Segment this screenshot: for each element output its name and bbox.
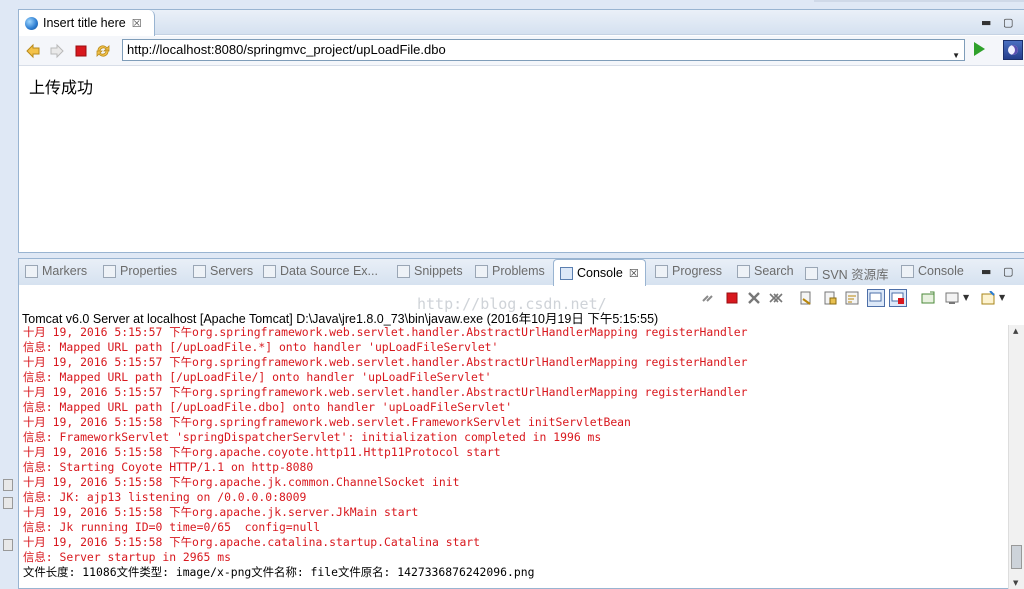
window-top-strip [0,0,1024,8]
tab-progress[interactable]: Progress [655,264,722,278]
properties-icon [103,264,116,278]
scroll-lock-icon[interactable] [823,291,837,305]
show-console-stderr-icon[interactable] [889,289,907,307]
console-line: 信息: JK: ajp13 listening on /0.0.0.0:8009 [23,490,307,504]
search-icon [737,264,750,278]
clear-console-icon[interactable] [799,291,813,305]
url-input[interactable]: http://localhost:8080/springmvc_project/… [122,39,965,61]
refresh-icon[interactable] [95,43,111,59]
display-console-dropdown-icon[interactable]: ▼ [963,293,969,302]
console-line: 文件长度: 11086文件类型: image/x-png文件名称: file文件… [23,565,535,579]
console-line: 十月 19, 2016 5:15:57 下午org.springframewor… [23,385,748,399]
url-text: http://localhost:8080/springmvc_project/… [127,42,446,57]
snippets-icon [397,264,410,278]
stop-icon[interactable] [73,43,89,59]
tab-search[interactable]: Search [737,264,794,278]
data-source-icon [263,264,276,278]
forward-arrow-icon[interactable] [49,43,65,59]
console-line: 十月 19, 2016 5:15:58 下午org.apache.coyote.… [23,445,501,459]
tab-properties[interactable]: Properties [103,264,177,278]
scroll-down-icon[interactable]: ▼ [1013,579,1018,587]
console-line: 十月 19, 2016 5:15:58 下午org.springframewor… [23,415,631,429]
tab-snippets[interactable]: Snippets [397,264,463,278]
minimize-icon[interactable]: ▬ [981,16,991,29]
globe-icon [25,16,38,30]
console-output[interactable]: 十月 19, 2016 5:15:57 下午org.springframewor… [23,325,1013,587]
maximize-icon[interactable]: ▢ [1003,16,1013,29]
tab-markers[interactable]: Markers [25,264,87,278]
scroll-up-icon[interactable]: ▲ [1013,327,1018,335]
problems-icon [475,264,488,278]
word-wrap-icon[interactable] [845,291,859,305]
page-content-text: 上传成功 [29,78,94,97]
open-console-icon[interactable] [981,291,995,305]
gutter-marker-icon [3,479,13,491]
editor-tab-bar: Insert title here ☒ ▬ ▢ [19,10,1024,36]
scroll-thumb[interactable] [1011,545,1022,569]
console-line: 十月 19, 2016 5:15:57 下午org.springframewor… [23,355,748,369]
top-divider [814,0,1024,2]
view-maximize-icon[interactable]: ▢ [1003,265,1013,278]
console-line: 信息: Server startup in 2965 ms [23,550,231,564]
console-icon [560,266,573,280]
gutter-marker-icon [3,497,13,509]
remove-all-icon[interactable] [769,291,783,305]
browser-editor: Insert title here ☒ ▬ ▢ http://localhost… [18,9,1024,253]
console-line: 信息: Jk running ID=0 time=0/65 config=nul… [23,520,321,534]
disconnect-icon[interactable] [701,291,715,305]
go-icon[interactable] [974,42,985,56]
pin-console-icon[interactable] [921,291,935,305]
console-line: 十月 19, 2016 5:15:58 下午org.apache.catalin… [23,535,481,549]
console-line: 信息: FrameworkServlet 'springDispatcherSe… [23,430,602,444]
console-line: 信息: Mapped URL path [/upLoadFile.dbo] on… [23,400,513,414]
console-scrollbar[interactable]: ▲ ▼ [1008,325,1024,589]
gutter-marker-icon [3,539,13,551]
console-line: 十月 19, 2016 5:15:57 下午org.springframewor… [23,325,748,339]
open-console-dropdown-icon[interactable]: ▼ [999,293,1005,302]
editor-tab-title: Insert title here [43,16,126,30]
console-line: 信息: Starting Coyote HTTP/1.1 on http-808… [23,460,314,474]
browser-nav-bar: http://localhost:8080/springmvc_project/… [19,36,1024,66]
view-minimize-icon[interactable]: ▬ [981,265,991,278]
show-console-stdout-icon[interactable] [867,289,885,307]
tab-console-second[interactable]: Console [901,264,964,278]
markers-icon [25,264,38,278]
close-console-tab-icon[interactable]: ☒ [629,267,639,280]
remove-launch-icon[interactable] [747,291,761,305]
console-view: Markers Properties Servers Data Source E… [18,258,1024,589]
left-gutter [0,9,18,589]
tab-servers[interactable]: Servers [193,264,253,278]
tab-console-active[interactable]: Console ☒ [553,259,646,286]
console-icon [901,264,914,278]
tab-problems[interactable]: Problems [475,264,545,278]
tab-svn-repository[interactable]: SVN 资源库 [805,264,889,283]
terminate-icon[interactable] [725,291,739,305]
progress-icon [655,264,668,278]
editor-tab[interactable]: Insert title here ☒ [19,10,155,36]
console-line: 信息: Mapped URL path [/upLoadFile/] onto … [23,370,492,384]
display-console-icon[interactable] [945,291,959,305]
svn-icon [805,267,818,280]
console-line: 十月 19, 2016 5:15:58 下午org.apache.jk.serv… [23,505,419,519]
view-tab-bar: Markers Properties Servers Data Source E… [19,259,1024,286]
eclipse-icon[interactable] [1003,40,1023,60]
console-line: 信息: Mapped URL path [/upLoadFile.*] onto… [23,340,499,354]
console-line: 十月 19, 2016 5:15:58 下午org.apache.jk.comm… [23,475,460,489]
url-dropdown-icon[interactable]: ▼ [952,46,960,66]
servers-icon [193,264,206,278]
back-arrow-icon[interactable] [25,43,41,59]
close-tab-icon[interactable]: ☒ [132,17,142,30]
tab-data-source-explorer[interactable]: Data Source Ex... [263,264,378,278]
